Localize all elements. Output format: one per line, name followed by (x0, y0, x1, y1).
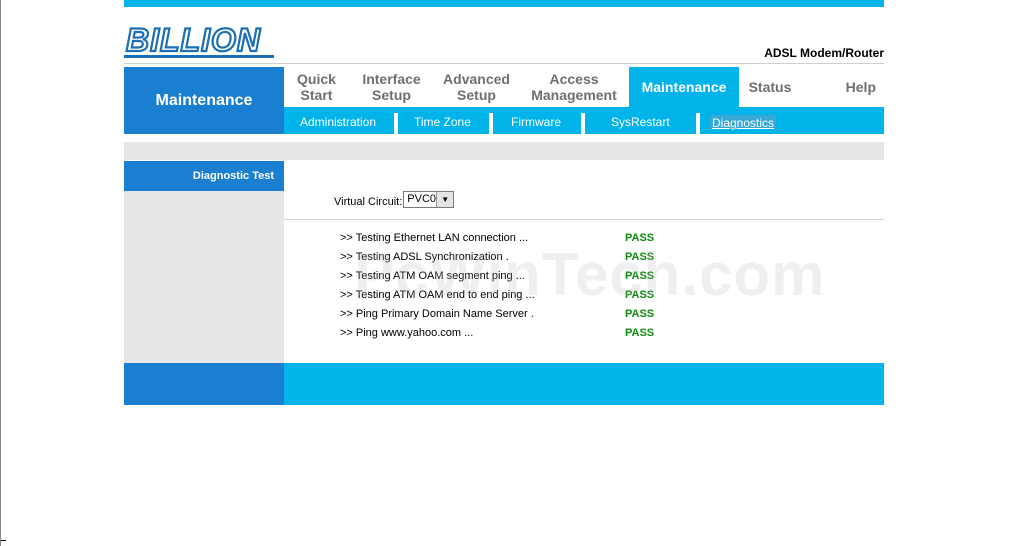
subnav-separator (394, 113, 398, 134)
sub-nav: Administration Time Zone Firmware SysRes… (284, 107, 884, 134)
nav-label: Help (845, 79, 876, 95)
nav-label: Access (549, 71, 599, 87)
nav-label: Management (531, 87, 617, 103)
test-row: >> Testing ATM OAM segment ping ... PASS (340, 270, 680, 289)
content-top-band (124, 142, 884, 160)
virtual-circuit-select[interactable]: PVC0 ▼ (403, 191, 455, 208)
test-label: >> Testing Ethernet LAN connection ... (340, 232, 529, 244)
subnav-time-zone[interactable]: Time Zone (414, 107, 471, 134)
footer-right-block (284, 363, 884, 405)
test-label: >> Testing ATM OAM end to end ping ... (340, 289, 535, 301)
nav-label: Advanced (443, 71, 510, 87)
nav-label: Status (748, 79, 792, 95)
nav-status[interactable]: Status (739, 67, 801, 107)
test-result: PASS (625, 232, 655, 244)
test-row: >> Ping Primary Domain Name Server . PAS… (340, 308, 680, 327)
subnav-separator (581, 113, 585, 134)
test-label: >> Testing ADSL Synchronization . (340, 251, 509, 263)
nav-label: Setup (372, 87, 411, 103)
nav-label: Interface (362, 71, 421, 87)
nav-label: Quick (297, 71, 336, 87)
test-label: >> Testing ATM OAM segment ping ... (340, 270, 525, 282)
logo-text: BILLION (126, 22, 261, 58)
test-label: >> Ping Primary Domain Name Server . (340, 308, 534, 320)
test-result: PASS (625, 251, 655, 263)
corner-mark (1, 540, 6, 541)
footer-left-block (124, 363, 284, 405)
header-divider (124, 63, 884, 64)
test-result: PASS (625, 308, 655, 320)
nav-label: Setup (457, 87, 496, 103)
subnav-diagnostics[interactable]: Diagnostics (710, 115, 777, 130)
billion-logo: BILLION (124, 21, 274, 59)
test-result: PASS (625, 270, 655, 282)
test-result: PASS (625, 289, 655, 301)
test-row: >> Testing ATM OAM end to end ping ... P… (340, 289, 680, 308)
nav-quick-start[interactable]: Quick Start (284, 67, 349, 107)
nav-interface-setup[interactable]: Interface Setup (349, 67, 434, 107)
product-name: ADSL Modem/Router (764, 46, 884, 60)
content-divider (284, 219, 884, 220)
virtual-circuit-label: Virtual Circuit: (334, 195, 403, 208)
virtual-circuit-row: Virtual Circuit: PVC0 ▼ (334, 191, 455, 208)
nav-label: Start (300, 87, 333, 103)
test-results-list: >> Testing Ethernet LAN connection ... P… (340, 232, 680, 346)
subnav-separator (489, 113, 493, 134)
top-accent-bar (124, 0, 884, 7)
left-panel (124, 161, 284, 363)
subnav-firmware[interactable]: Firmware (511, 107, 561, 134)
main-nav: Quick Start Interface Setup Advanced Setup … (284, 67, 884, 107)
test-result: PASS (625, 327, 655, 339)
nav-label: Maintenance (641, 79, 727, 95)
test-row: >> Testing ADSL Synchronization . PASS (340, 251, 680, 270)
test-label: >> Ping www.yahoo.com ... (340, 327, 474, 339)
subnav-administration[interactable]: Administration (300, 107, 376, 134)
virtual-circuit-value: PVC0 (407, 193, 437, 205)
nav-access-management[interactable]: Access Management (519, 67, 629, 107)
nav-help[interactable]: Help (801, 67, 884, 107)
subnav-sysrestart[interactable]: SysRestart (611, 107, 670, 134)
subnav-separator (696, 113, 700, 134)
test-row: >> Ping www.yahoo.com ... PASS (340, 327, 680, 346)
chevron-down-icon[interactable]: ▼ (436, 192, 454, 207)
nav-advanced-setup[interactable]: Advanced Setup (434, 67, 519, 107)
diagnostic-test-tab: Diagnostic Test (124, 161, 284, 191)
section-title: Maintenance (124, 67, 284, 134)
nav-maintenance[interactable]: Maintenance (629, 67, 739, 107)
test-row: >> Testing Ethernet LAN connection ... P… (340, 232, 680, 251)
